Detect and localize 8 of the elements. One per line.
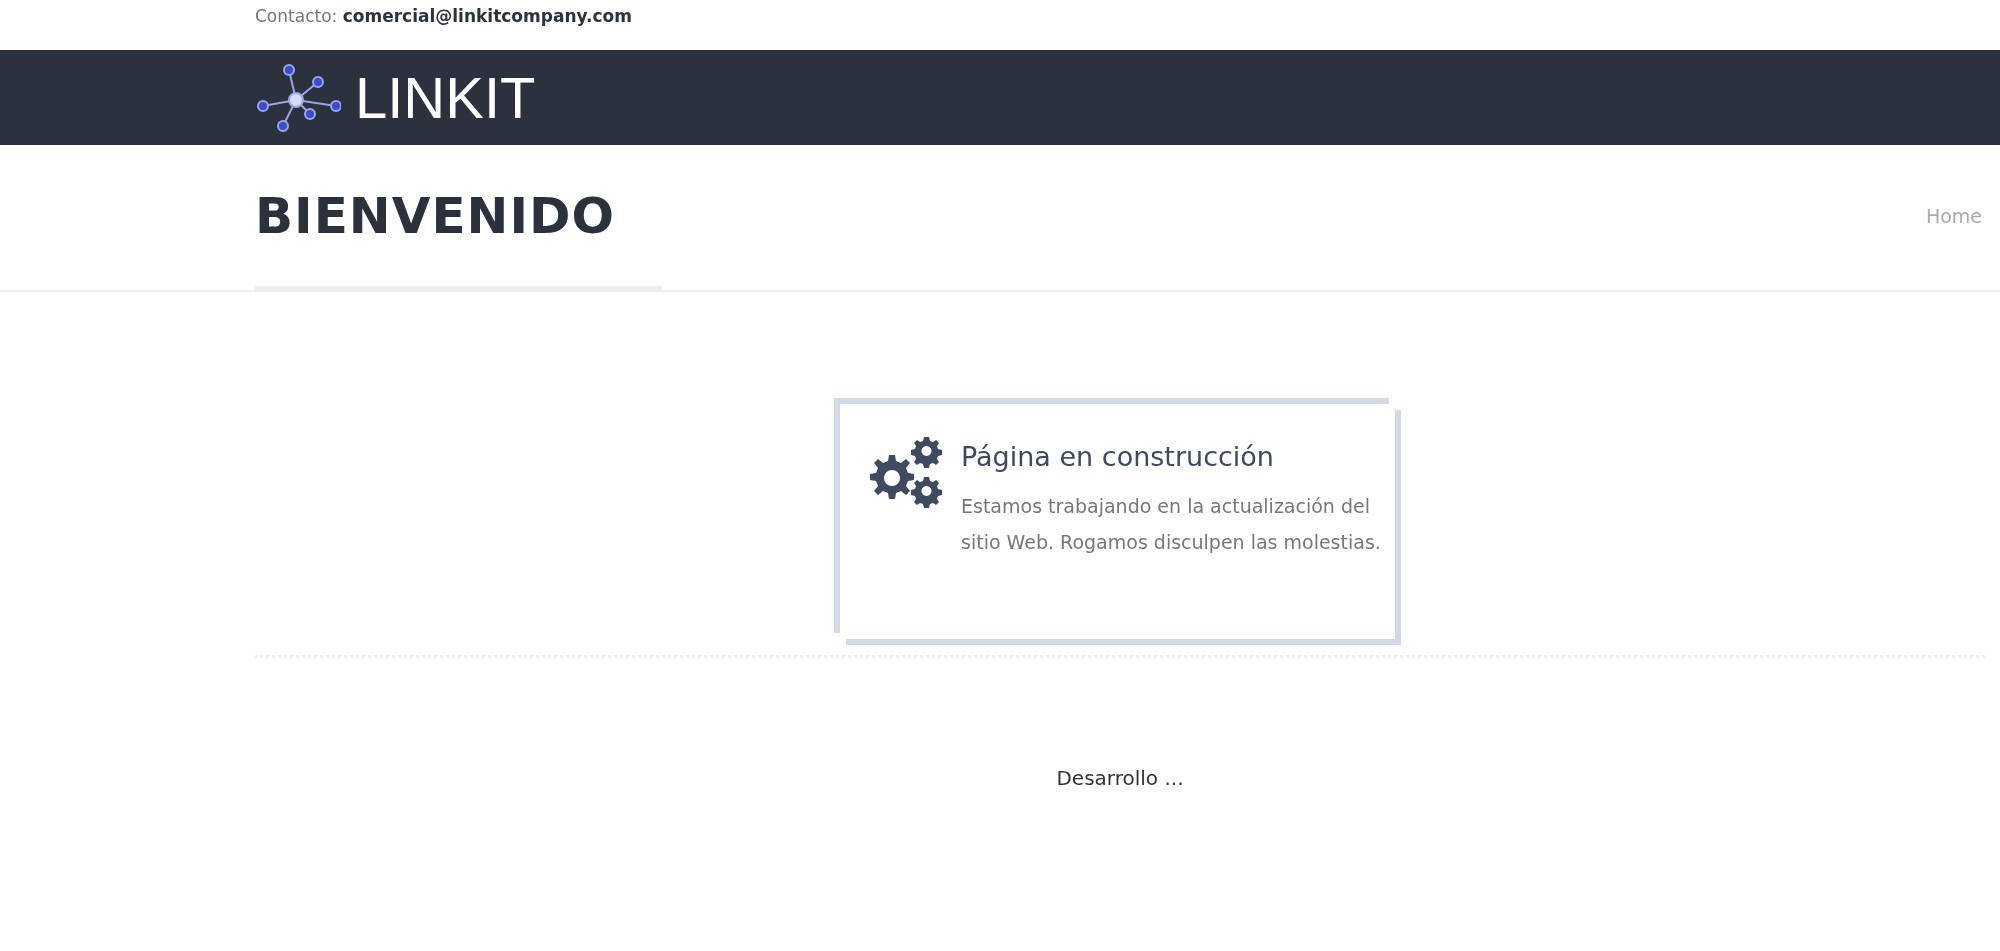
network-logo-icon <box>255 61 341 134</box>
contact-label: Contacto: <box>255 6 338 26</box>
notice-message: Estamos trabajando en la actualización del sitio Web. Rogamos disculpen las molestias. <box>961 494 1381 555</box>
notice-title: Página en construcción <box>961 441 1275 472</box>
page-title: BIENVENIDO <box>255 187 616 245</box>
contact-email: comercial@linkitcompany.com <box>342 6 632 26</box>
brand-name[interactable]: LINKIT <box>355 68 536 127</box>
footer-text: Desarrollo ... <box>1056 766 1184 790</box>
